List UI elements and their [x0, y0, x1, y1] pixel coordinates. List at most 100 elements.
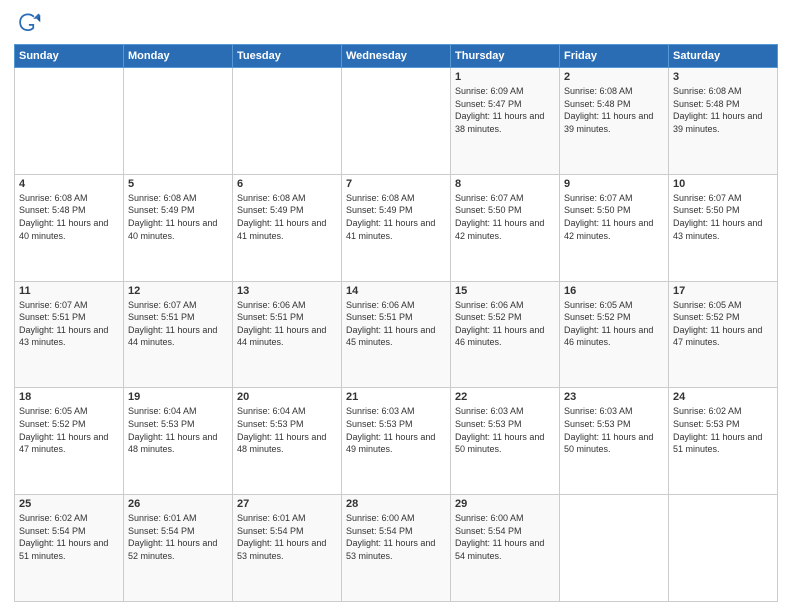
week-row-2: 11 Sunrise: 6:07 AM Sunset: 5:51 PM Dayli…: [15, 281, 778, 388]
header-cell-tuesday: Tuesday: [233, 45, 342, 68]
day-info: Sunrise: 6:07 AM Sunset: 5:51 PM Dayligh…: [128, 299, 228, 349]
day-cell: 29 Sunrise: 6:00 AM Sunset: 5:54 PM Dayli…: [451, 495, 560, 602]
day-info: Sunrise: 6:07 AM Sunset: 5:50 PM Dayligh…: [673, 192, 773, 242]
day-number: 18: [19, 391, 119, 403]
day-info: Sunrise: 6:02 AM Sunset: 5:54 PM Dayligh…: [19, 512, 119, 562]
day-number: 12: [128, 285, 228, 297]
day-info: Sunrise: 6:02 AM Sunset: 5:53 PM Dayligh…: [673, 405, 773, 455]
day-info: Sunrise: 6:09 AM Sunset: 5:47 PM Dayligh…: [455, 85, 555, 135]
day-cell: 27 Sunrise: 6:01 AM Sunset: 5:54 PM Dayli…: [233, 495, 342, 602]
calendar-header: SundayMondayTuesdayWednesdayThursdayFrid…: [15, 45, 778, 68]
day-number: 11: [19, 285, 119, 297]
day-cell: 11 Sunrise: 6:07 AM Sunset: 5:51 PM Dayli…: [15, 281, 124, 388]
day-cell: 19Sunrise: 6:04 AM Sunset: 5:53 PM Dayli…: [124, 388, 233, 495]
day-cell: 15 Sunrise: 6:06 AM Sunset: 5:52 PM Dayli…: [451, 281, 560, 388]
day-cell: 24Sunrise: 6:02 AM Sunset: 5:53 PM Dayli…: [669, 388, 778, 495]
day-cell: [342, 68, 451, 175]
day-cell: 23 Sunrise: 6:03 AM Sunset: 5:53 PM Dayli…: [560, 388, 669, 495]
day-cell: 21Sunrise: 6:03 AM Sunset: 5:53 PM Dayli…: [342, 388, 451, 495]
day-cell: 4 Sunrise: 6:08 AM Sunset: 5:48 PM Daylig…: [15, 174, 124, 281]
day-cell: 13 Sunrise: 6:06 AM Sunset: 5:51 PM Dayli…: [233, 281, 342, 388]
day-cell: [15, 68, 124, 175]
day-number: 26: [128, 498, 228, 510]
page: SundayMondayTuesdayWednesdayThursdayFrid…: [0, 0, 792, 612]
day-number: 20: [237, 391, 337, 403]
header-cell-monday: Monday: [124, 45, 233, 68]
day-number: 5: [128, 178, 228, 190]
day-cell: 8 Sunrise: 6:07 AM Sunset: 5:50 PM Daylig…: [451, 174, 560, 281]
day-info: Sunrise: 6:04 AM Sunset: 5:53 PM Dayligh…: [237, 405, 337, 455]
header-row: SundayMondayTuesdayWednesdayThursdayFrid…: [15, 45, 778, 68]
day-number: 9: [564, 178, 664, 190]
day-number: 1: [455, 71, 555, 83]
day-number: 6: [237, 178, 337, 190]
logo: [14, 10, 46, 38]
day-info: Sunrise: 6:06 AM Sunset: 5:51 PM Dayligh…: [237, 299, 337, 349]
day-cell: 16Sunrise: 6:05 AM Sunset: 5:52 PM Dayli…: [560, 281, 669, 388]
day-info: Sunrise: 6:06 AM Sunset: 5:52 PM Dayligh…: [455, 299, 555, 349]
day-info: Sunrise: 6:07 AM Sunset: 5:51 PM Dayligh…: [19, 299, 119, 349]
day-number: 21: [346, 391, 446, 403]
day-info: Sunrise: 6:05 AM Sunset: 5:52 PM Dayligh…: [673, 299, 773, 349]
day-number: 16: [564, 285, 664, 297]
header-cell-saturday: Saturday: [669, 45, 778, 68]
day-number: 14: [346, 285, 446, 297]
day-cell: [124, 68, 233, 175]
day-number: 3: [673, 71, 773, 83]
week-row-0: 1 Sunrise: 6:09 AM Sunset: 5:47 PM Daylig…: [15, 68, 778, 175]
day-number: 13: [237, 285, 337, 297]
day-cell: 2 Sunrise: 6:08 AM Sunset: 5:48 PM Daylig…: [560, 68, 669, 175]
day-number: 23: [564, 391, 664, 403]
day-info: Sunrise: 6:01 AM Sunset: 5:54 PM Dayligh…: [237, 512, 337, 562]
day-info: Sunrise: 6:05 AM Sunset: 5:52 PM Dayligh…: [19, 405, 119, 455]
day-cell: 5 Sunrise: 6:08 AM Sunset: 5:49 PM Daylig…: [124, 174, 233, 281]
day-number: 2: [564, 71, 664, 83]
day-info: Sunrise: 6:08 AM Sunset: 5:49 PM Dayligh…: [128, 192, 228, 242]
day-cell: 3 Sunrise: 6:08 AM Sunset: 5:48 PM Daylig…: [669, 68, 778, 175]
day-info: Sunrise: 6:07 AM Sunset: 5:50 PM Dayligh…: [455, 192, 555, 242]
week-row-4: 25 Sunrise: 6:02 AM Sunset: 5:54 PM Dayli…: [15, 495, 778, 602]
day-cell: 1 Sunrise: 6:09 AM Sunset: 5:47 PM Daylig…: [451, 68, 560, 175]
day-cell: 9 Sunrise: 6:07 AM Sunset: 5:50 PM Daylig…: [560, 174, 669, 281]
day-number: 25: [19, 498, 119, 510]
day-info: Sunrise: 6:08 AM Sunset: 5:49 PM Dayligh…: [237, 192, 337, 242]
day-info: Sunrise: 6:07 AM Sunset: 5:50 PM Dayligh…: [564, 192, 664, 242]
logo-icon: [14, 10, 42, 38]
day-cell: 20 Sunrise: 6:04 AM Sunset: 5:53 PM Dayli…: [233, 388, 342, 495]
day-cell: 6 Sunrise: 6:08 AM Sunset: 5:49 PM Daylig…: [233, 174, 342, 281]
day-number: 15: [455, 285, 555, 297]
header-cell-friday: Friday: [560, 45, 669, 68]
day-info: Sunrise: 6:08 AM Sunset: 5:48 PM Dayligh…: [564, 85, 664, 135]
day-info: Sunrise: 6:08 AM Sunset: 5:48 PM Dayligh…: [673, 85, 773, 135]
header-cell-wednesday: Wednesday: [342, 45, 451, 68]
day-info: Sunrise: 6:00 AM Sunset: 5:54 PM Dayligh…: [455, 512, 555, 562]
day-number: 4: [19, 178, 119, 190]
day-cell: 7 Sunrise: 6:08 AM Sunset: 5:49 PM Daylig…: [342, 174, 451, 281]
header-cell-thursday: Thursday: [451, 45, 560, 68]
day-info: Sunrise: 6:08 AM Sunset: 5:49 PM Dayligh…: [346, 192, 446, 242]
day-number: 8: [455, 178, 555, 190]
day-cell: [233, 68, 342, 175]
calendar-table: SundayMondayTuesdayWednesdayThursdayFrid…: [14, 44, 778, 602]
week-row-3: 18 Sunrise: 6:05 AM Sunset: 5:52 PM Dayli…: [15, 388, 778, 495]
day-info: Sunrise: 6:04 AM Sunset: 5:53 PM Dayligh…: [128, 405, 228, 455]
week-row-1: 4 Sunrise: 6:08 AM Sunset: 5:48 PM Daylig…: [15, 174, 778, 281]
day-cell: 10 Sunrise: 6:07 AM Sunset: 5:50 PM Dayli…: [669, 174, 778, 281]
day-number: 29: [455, 498, 555, 510]
day-cell: 22Sunrise: 6:03 AM Sunset: 5:53 PM Dayli…: [451, 388, 560, 495]
calendar-body: 1 Sunrise: 6:09 AM Sunset: 5:47 PM Daylig…: [15, 68, 778, 602]
day-info: Sunrise: 6:06 AM Sunset: 5:51 PM Dayligh…: [346, 299, 446, 349]
day-info: Sunrise: 6:00 AM Sunset: 5:54 PM Dayligh…: [346, 512, 446, 562]
day-cell: 28 Sunrise: 6:00 AM Sunset: 5:54 PM Dayli…: [342, 495, 451, 602]
day-cell: 17 Sunrise: 6:05 AM Sunset: 5:52 PM Dayli…: [669, 281, 778, 388]
day-info: Sunrise: 6:08 AM Sunset: 5:48 PM Dayligh…: [19, 192, 119, 242]
day-number: 10: [673, 178, 773, 190]
day-info: Sunrise: 6:03 AM Sunset: 5:53 PM Dayligh…: [455, 405, 555, 455]
day-info: Sunrise: 6:03 AM Sunset: 5:53 PM Dayligh…: [564, 405, 664, 455]
day-number: 27: [237, 498, 337, 510]
day-number: 17: [673, 285, 773, 297]
day-number: 28: [346, 498, 446, 510]
header-cell-sunday: Sunday: [15, 45, 124, 68]
day-cell: [669, 495, 778, 602]
day-number: 7: [346, 178, 446, 190]
